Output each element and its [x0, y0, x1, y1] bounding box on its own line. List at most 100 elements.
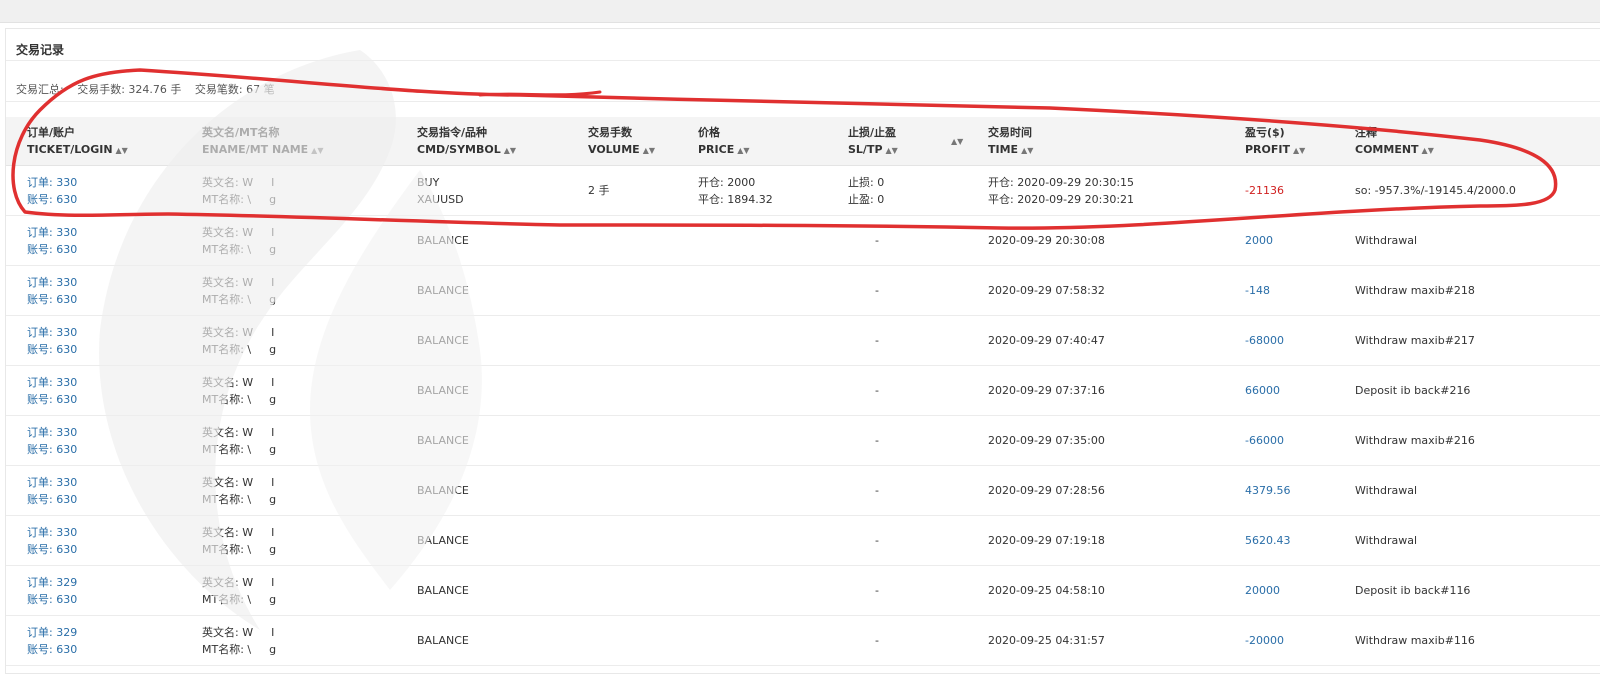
col-cn-label: 价格 — [698, 125, 720, 139]
price-cell — [677, 315, 827, 366]
profit-cell: 66000 — [1224, 365, 1334, 416]
cmd-cell: BALANCE — [396, 515, 567, 566]
comment-cell: Deposit ib back#216 — [1334, 365, 1600, 416]
sort-icon[interactable]: ▲▼ — [886, 146, 898, 155]
ticket-link[interactable]: 订单: 330 — [27, 474, 181, 491]
ename-text: 英文名: W — [202, 475, 254, 489]
sort-icon[interactable]: ▲▼ — [1422, 146, 1434, 155]
login-link[interactable]: 账号: 630 — [27, 641, 181, 658]
profit-cell: 20000 — [1224, 565, 1334, 616]
open-time: 开仓: 2020-09-29 20:30:15 — [988, 175, 1135, 189]
price-cell — [677, 215, 827, 266]
sort-icon[interactable]: ▲▼ — [1021, 146, 1033, 155]
mtname-tail: g — [269, 342, 277, 356]
time-cell: 2020-09-29 20:30:08 — [967, 215, 1224, 266]
divider — [6, 60, 1600, 61]
ename-tail: I — [271, 575, 275, 589]
ticket-link[interactable]: 订单: 329 — [27, 624, 181, 641]
mtname-text: MT名称: \ — [202, 442, 252, 456]
col-en-label: PRICE — [698, 142, 735, 156]
name-cell: 英文名: W I MT名称: \ g — [181, 165, 396, 216]
ename-tail: I — [271, 175, 275, 189]
name-cell: 英文名: W I MT名称: \ g — [181, 315, 396, 366]
col-en-label: ENAME/MT NAME — [202, 142, 309, 156]
ticket-link[interactable]: 订单: 330 — [27, 524, 181, 541]
ename-tail: I — [271, 525, 275, 539]
sort-icon[interactable]: ▲▼ — [504, 146, 516, 155]
profit-cell: -21136 — [1224, 165, 1334, 216]
mtname-tail: g — [269, 242, 277, 256]
comment-cell: Withdraw maxib#217 — [1334, 315, 1600, 366]
col-ename-mtname[interactable]: 英文名/MT名称 ENAME/MT NAME ▲▼ — [181, 117, 396, 166]
col-cn-label: 止损/止盈 — [848, 125, 897, 139]
mtname-tail: g — [269, 642, 277, 656]
summary-count: 交易笔数: 67 笔 — [194, 83, 275, 96]
login-link[interactable]: 账号: 630 — [27, 591, 181, 608]
login-link[interactable]: 账号: 630 — [27, 391, 181, 408]
sort-icon[interactable]: ▲▼ — [951, 137, 963, 146]
cmd-cell: BALANCE — [396, 265, 567, 316]
sort-icon[interactable]: ▲▼ — [116, 146, 128, 155]
profit-cell: 2000 — [1224, 215, 1334, 266]
ename-tail: I — [271, 325, 275, 339]
dash-cell: - — [827, 315, 927, 366]
tp-text: 止盈: 0 — [848, 192, 885, 206]
cmd-text: BUY — [417, 175, 440, 189]
sort-icon[interactable]: ▲▼ — [643, 146, 655, 155]
col-volume[interactable]: 交易手数 VOLUME ▲▼ — [567, 117, 677, 166]
comment-cell: Withdrawal — [1334, 515, 1600, 566]
sort-icon[interactable]: ▲▼ — [1293, 146, 1305, 155]
sort-icon[interactable]: ▲▼ — [311, 146, 323, 155]
ename-text: 英文名: W — [202, 225, 254, 239]
dash-cell: - — [827, 465, 927, 516]
empty-cell — [927, 165, 967, 216]
summary-label: 交易汇总: — [16, 83, 64, 96]
login-link[interactable]: 账号: 630 — [27, 191, 181, 208]
login-link[interactable]: 账号: 630 — [27, 491, 181, 508]
col-ticket-login[interactable]: 订单/账户 TICKET/LOGIN ▲▼ — [6, 117, 181, 166]
col-cn-label: 注释 — [1355, 125, 1377, 139]
col-price[interactable]: 价格 PRICE ▲▼ — [677, 117, 827, 166]
time-cell: 2020-09-25 04:31:57 — [967, 615, 1224, 666]
col-extra-sort[interactable]: ▲▼ — [927, 117, 967, 166]
mtname-text: MT名称: \ — [202, 592, 252, 606]
col-time[interactable]: 交易时间 TIME ▲▼ — [967, 117, 1224, 166]
ticket-link[interactable]: 订单: 329 — [27, 574, 181, 591]
table-row: 订单: 330 账号: 630 英文名: W I MT名称: \ g BALANCE -202… — [6, 515, 1600, 566]
col-profit[interactable]: 盈亏($) PROFIT ▲▼ — [1224, 117, 1334, 166]
empty-cell — [927, 265, 967, 316]
volume-cell: 2 手 — [567, 165, 677, 216]
login-link[interactable]: 账号: 630 — [27, 241, 181, 258]
ticket-link[interactable]: 订单: 330 — [27, 274, 181, 291]
ticket-link[interactable]: 订单: 330 — [27, 374, 181, 391]
login-link[interactable]: 账号: 630 — [27, 541, 181, 558]
price-cell — [677, 265, 827, 316]
col-comment[interactable]: 注释 COMMENT ▲▼ — [1334, 117, 1600, 166]
dash-cell: - — [827, 565, 927, 616]
col-cn-label: 交易指令/品种 — [417, 125, 488, 139]
sort-icon[interactable]: ▲▼ — [737, 146, 749, 155]
mtname-text: MT名称: \ — [202, 342, 252, 356]
ename-tail: I — [271, 475, 275, 489]
ename-text: 英文名: W — [202, 375, 254, 389]
col-sl-tp[interactable]: 止损/止盈 SL/TP ▲▼ — [827, 117, 927, 166]
price-cell — [677, 615, 827, 666]
ticket-link[interactable]: 订单: 330 — [27, 424, 181, 441]
login-link[interactable]: 账号: 630 — [27, 341, 181, 358]
cmd-symbol-cell: BUY XAUUSD — [396, 165, 567, 216]
time-cell: 2020-09-29 07:58:32 — [967, 265, 1224, 316]
mtname-tail: g — [269, 592, 277, 606]
ticket-link[interactable]: 订单: 330 — [27, 174, 181, 191]
ticket-link[interactable]: 订单: 330 — [27, 224, 181, 241]
cmd-cell: BALANCE — [396, 215, 567, 266]
ticket-link[interactable]: 订单: 330 — [27, 324, 181, 341]
volume-cell — [567, 515, 677, 566]
mtname-tail: g — [269, 442, 277, 456]
col-cmd-symbol[interactable]: 交易指令/品种 CMD/SYMBOL ▲▼ — [396, 117, 567, 166]
login-link[interactable]: 账号: 630 — [27, 291, 181, 308]
empty-cell — [927, 315, 967, 366]
ename-tail: I — [271, 625, 275, 639]
table-header-row: 订单/账户 TICKET/LOGIN ▲▼ 英文名/MT名称 ENAME/MT NAM… — [6, 117, 1600, 166]
login-link[interactable]: 账号: 630 — [27, 441, 181, 458]
mtname-text: MT名称: \ — [202, 642, 252, 656]
